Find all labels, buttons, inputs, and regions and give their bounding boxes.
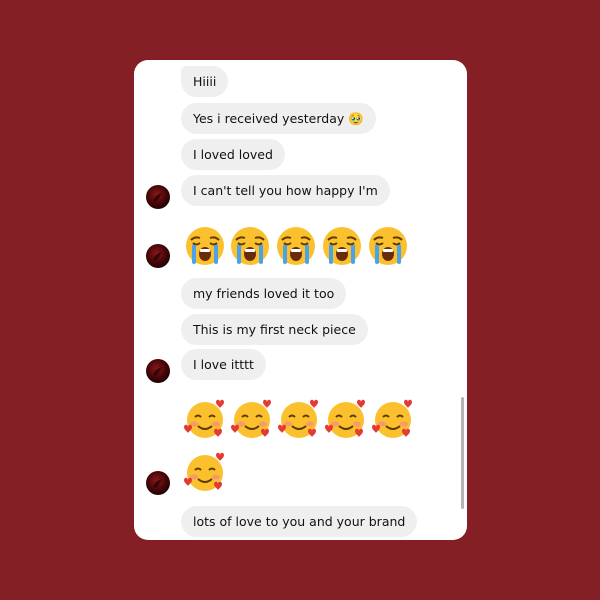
smiling-face-with-hearts-icon — [371, 397, 415, 441]
loudly-crying-face-icon — [320, 224, 364, 268]
message-bubble: lots of love to you and your brand — [181, 506, 418, 537]
sender-avatar[interactable] — [146, 471, 170, 495]
avatar-image — [153, 193, 162, 202]
loudly-crying-face-icon — [183, 224, 227, 268]
message-text: This is my first neck piece — [193, 322, 356, 337]
smiling-face-with-hearts-icon — [324, 397, 368, 441]
message-text: Hiiii — [193, 74, 217, 89]
smiling-face-with-hearts-icon — [183, 450, 227, 494]
message-bubble: I loved loved — [181, 139, 285, 170]
message-bubble: Yes i received yesterday 🥹 — [181, 103, 376, 134]
avatar-image — [153, 252, 162, 261]
message-bubble: my friends loved it too — [181, 278, 347, 309]
message-text: I love itttt — [193, 357, 254, 372]
message-bubble: I can't tell you how happy I'm — [181, 175, 390, 206]
loudly-crying-face-icon — [228, 224, 272, 268]
message-text: Yes i received yesterday 🥹 — [193, 111, 364, 126]
message-bubble: I love itttt — [181, 349, 266, 380]
scrollbar-thumb[interactable] — [461, 397, 464, 509]
smiling-face-with-hearts-icon — [230, 397, 274, 441]
message-bubble: Hiiii — [181, 66, 229, 97]
sender-avatar[interactable] — [146, 359, 170, 383]
loudly-crying-face-icon — [274, 224, 318, 268]
sender-avatar[interactable] — [146, 185, 170, 209]
avatar-image — [153, 479, 162, 488]
loudly-crying-face-icon — [366, 224, 410, 268]
message-text: lots of love to you and your brand — [193, 514, 406, 529]
message-text: I loved loved — [193, 147, 273, 162]
sender-avatar[interactable] — [146, 244, 170, 268]
chat-panel: Hiiii Yes i received yesterday 🥹 I loved… — [134, 60, 467, 540]
smiling-face-with-hearts-icon — [277, 397, 321, 441]
avatar-image — [153, 367, 162, 376]
message-text: my friends loved it too — [193, 286, 335, 301]
smiling-face-with-hearts-icon — [183, 397, 227, 441]
message-text: I can't tell you how happy I'm — [193, 183, 378, 198]
message-bubble: This is my first neck piece — [181, 314, 368, 345]
